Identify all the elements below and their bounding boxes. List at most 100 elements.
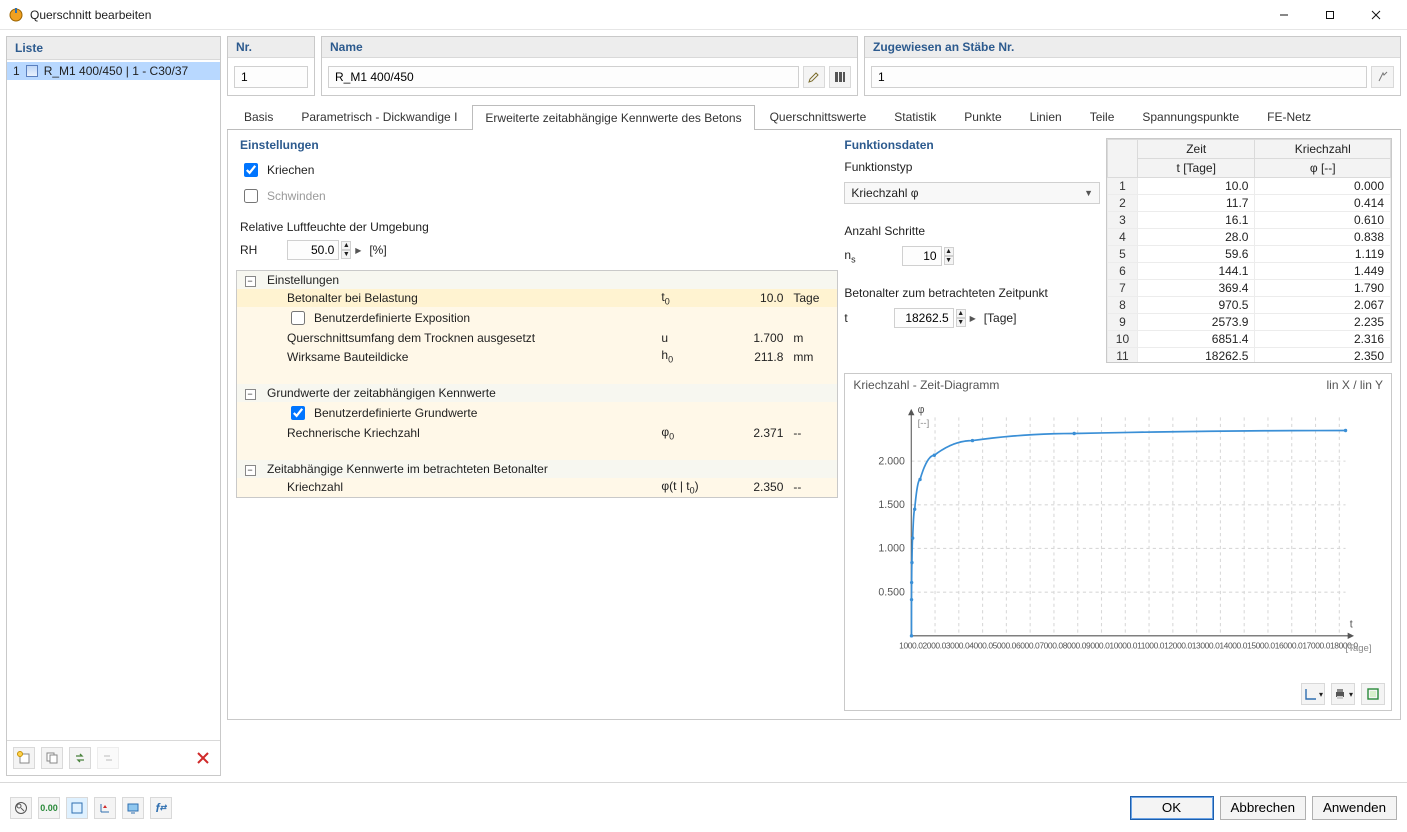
rh-title: Relative Luftfeuchte der Umgebung	[240, 220, 834, 234]
table-row[interactable]: 7369.41.790	[1107, 280, 1390, 297]
tab-fe-netz[interactable]: FE-Netz	[1254, 104, 1324, 129]
ftype-dropdown[interactable]: Kriechzahl φ ▼	[844, 182, 1100, 204]
rh-down[interactable]: ▼	[341, 250, 351, 259]
assigned-header: Zugewiesen an Stäbe Nr.	[865, 37, 1400, 58]
age-input[interactable]	[894, 308, 954, 328]
schwinden-label: Schwinden	[267, 189, 326, 203]
display-button[interactable]	[122, 797, 144, 819]
prop-row[interactable]: Rechnerische Kriechzahl φ0 2.371 --	[237, 424, 837, 442]
tab-erweiterte-zeitabh-ngige-kennwerte-des-betons[interactable]: Erweiterte zeitabhängige Kennwerte des B…	[472, 105, 754, 130]
rh-input[interactable]	[287, 240, 339, 260]
steps-input[interactable]	[902, 246, 942, 266]
table-row[interactable]: 110.00.000	[1107, 178, 1390, 195]
prop-row[interactable]: Benutzerdefinierte Grundwerte	[237, 402, 837, 424]
property-table: − Einstellungen Betonalter bei Belastung…	[237, 271, 837, 497]
tab-linien[interactable]: Linien	[1017, 104, 1075, 129]
delete-button[interactable]	[192, 747, 214, 769]
pick-member-button[interactable]	[1371, 66, 1394, 88]
tab-spannungspunkte[interactable]: Spannungspunkte	[1129, 104, 1252, 129]
tab-teile[interactable]: Teile	[1077, 104, 1128, 129]
table-row[interactable]: 1118262.52.350	[1107, 348, 1390, 364]
library-button[interactable]	[829, 66, 851, 88]
svg-text:t: t	[1350, 618, 1353, 630]
rh-up[interactable]: ▲	[341, 241, 351, 250]
kriechen-checkbox[interactable]	[244, 163, 258, 177]
help-icon[interactable]	[10, 797, 32, 819]
close-button[interactable]	[1353, 0, 1399, 30]
expander-icon[interactable]: −	[245, 465, 256, 476]
viewport-button[interactable]	[66, 797, 88, 819]
function-button[interactable]: f⇄	[150, 797, 172, 819]
age-popup[interactable]: ▶	[968, 309, 978, 327]
titlebar: Querschnitt bearbeiten	[0, 0, 1407, 30]
rh-sym: RH	[240, 243, 257, 257]
rh-popup[interactable]: ▶	[353, 241, 363, 259]
prop-section-settings[interactable]: − Einstellungen	[237, 271, 837, 289]
assigned-panel: Zugewiesen an Stäbe Nr.	[864, 36, 1401, 96]
expander-icon[interactable]: −	[245, 276, 256, 287]
schwinden-checkbox[interactable]	[244, 189, 258, 203]
kriechen-check[interactable]: Kriechen	[240, 160, 834, 180]
prop-section-age[interactable]: − Zeitabhängige Kennwerte im betrachtete…	[237, 460, 837, 478]
minimize-button[interactable]	[1261, 0, 1307, 30]
table-row[interactable]: 316.10.610	[1107, 212, 1390, 229]
steps-up[interactable]: ▲	[944, 247, 954, 256]
ok-button[interactable]: OK	[1130, 796, 1214, 820]
name-header: Name	[322, 37, 857, 58]
table-row[interactable]: 428.00.838	[1107, 229, 1390, 246]
steps-spinner[interactable]: ▲▼	[902, 246, 954, 266]
prop-section-base[interactable]: − Grundwerte der zeitabhängigen Kennwert…	[237, 384, 837, 402]
age-spinner[interactable]: ▲▼ ▶	[894, 308, 978, 328]
name-input[interactable]	[328, 66, 799, 88]
cycle-button[interactable]	[97, 747, 119, 769]
tab-punkte[interactable]: Punkte	[951, 104, 1014, 129]
steps-down[interactable]: ▼	[944, 256, 954, 265]
table-row[interactable]: 211.70.414	[1107, 195, 1390, 212]
nr-panel: Nr.	[227, 36, 315, 96]
chart-axes-button[interactable]: ▾	[1301, 683, 1325, 705]
copy-button[interactable]	[41, 747, 63, 769]
list-item[interactable]: 1 R_M1 400/450 | 1 - C30/37	[7, 62, 220, 80]
axis-settings-button[interactable]	[94, 797, 116, 819]
chart-expand-button[interactable]	[1361, 683, 1385, 705]
schwinden-check[interactable]: Schwinden	[240, 186, 834, 206]
edit-name-button[interactable]	[803, 66, 825, 88]
user-base-check[interactable]: Benutzerdefinierte Grundwerte	[287, 403, 653, 423]
age-up[interactable]: ▲	[956, 309, 966, 318]
age-down[interactable]: ▼	[956, 318, 966, 327]
table-row[interactable]: 106851.42.316	[1107, 331, 1390, 348]
table-row[interactable]: 559.61.119	[1107, 246, 1390, 263]
user-exposition-check[interactable]: Benutzerdefinierte Exposition	[287, 308, 653, 328]
tab-querschnittswerte[interactable]: Querschnittswerte	[757, 104, 880, 129]
svg-text:[Tage]: [Tage]	[1346, 643, 1372, 654]
prop-row[interactable]: Querschnittsumfang dem Trocknen ausgeset…	[237, 329, 837, 347]
swap-button[interactable]	[69, 747, 91, 769]
table-row[interactable]: 6144.11.449	[1107, 263, 1390, 280]
prop-row[interactable]: Betonalter bei Belastung t0 10.0 Tage	[237, 289, 837, 307]
data-table[interactable]: Zeit Kriechzahl t [Tage] φ [--] 110.00.0…	[1106, 138, 1392, 363]
expander-icon[interactable]: −	[245, 389, 256, 400]
maximize-button[interactable]	[1307, 0, 1353, 30]
cross-section-list[interactable]: 1 R_M1 400/450 | 1 - C30/37	[7, 60, 220, 740]
window-title: Querschnitt bearbeiten	[30, 8, 1261, 22]
assigned-input[interactable]	[871, 66, 1367, 88]
new-button[interactable]	[13, 747, 35, 769]
svg-text:[--]: [--]	[918, 418, 930, 429]
cancel-button[interactable]: Abbrechen	[1220, 796, 1306, 820]
rh-spinner[interactable]: ▲▼ ▶	[287, 240, 363, 260]
prop-row[interactable]: Kriechzahl φ(t | t0) 2.350 --	[237, 478, 837, 496]
list-item-number: 1	[13, 64, 20, 78]
nr-input[interactable]	[234, 66, 308, 88]
prop-row[interactable]: Wirksame Bauteildicke h0 211.8 mm	[237, 347, 837, 365]
chart-panel: Kriechzahl - Zeit-Diagramm lin X / lin Y…	[844, 373, 1392, 711]
units-button[interactable]: 0.00	[38, 797, 60, 819]
chart-toolbar: ▾ ▾	[845, 678, 1391, 710]
prop-row[interactable]: Benutzerdefinierte Exposition	[237, 307, 837, 329]
tab-statistik[interactable]: Statistik	[881, 104, 949, 129]
tab-parametrisch-dickwandige-i[interactable]: Parametrisch - Dickwandige I	[288, 104, 470, 129]
table-row[interactable]: 8970.52.067	[1107, 297, 1390, 314]
table-row[interactable]: 92573.92.235	[1107, 314, 1390, 331]
tab-basis[interactable]: Basis	[231, 104, 286, 129]
apply-button[interactable]: Anwenden	[1312, 796, 1397, 820]
chart-print-button[interactable]: ▾	[1331, 683, 1355, 705]
